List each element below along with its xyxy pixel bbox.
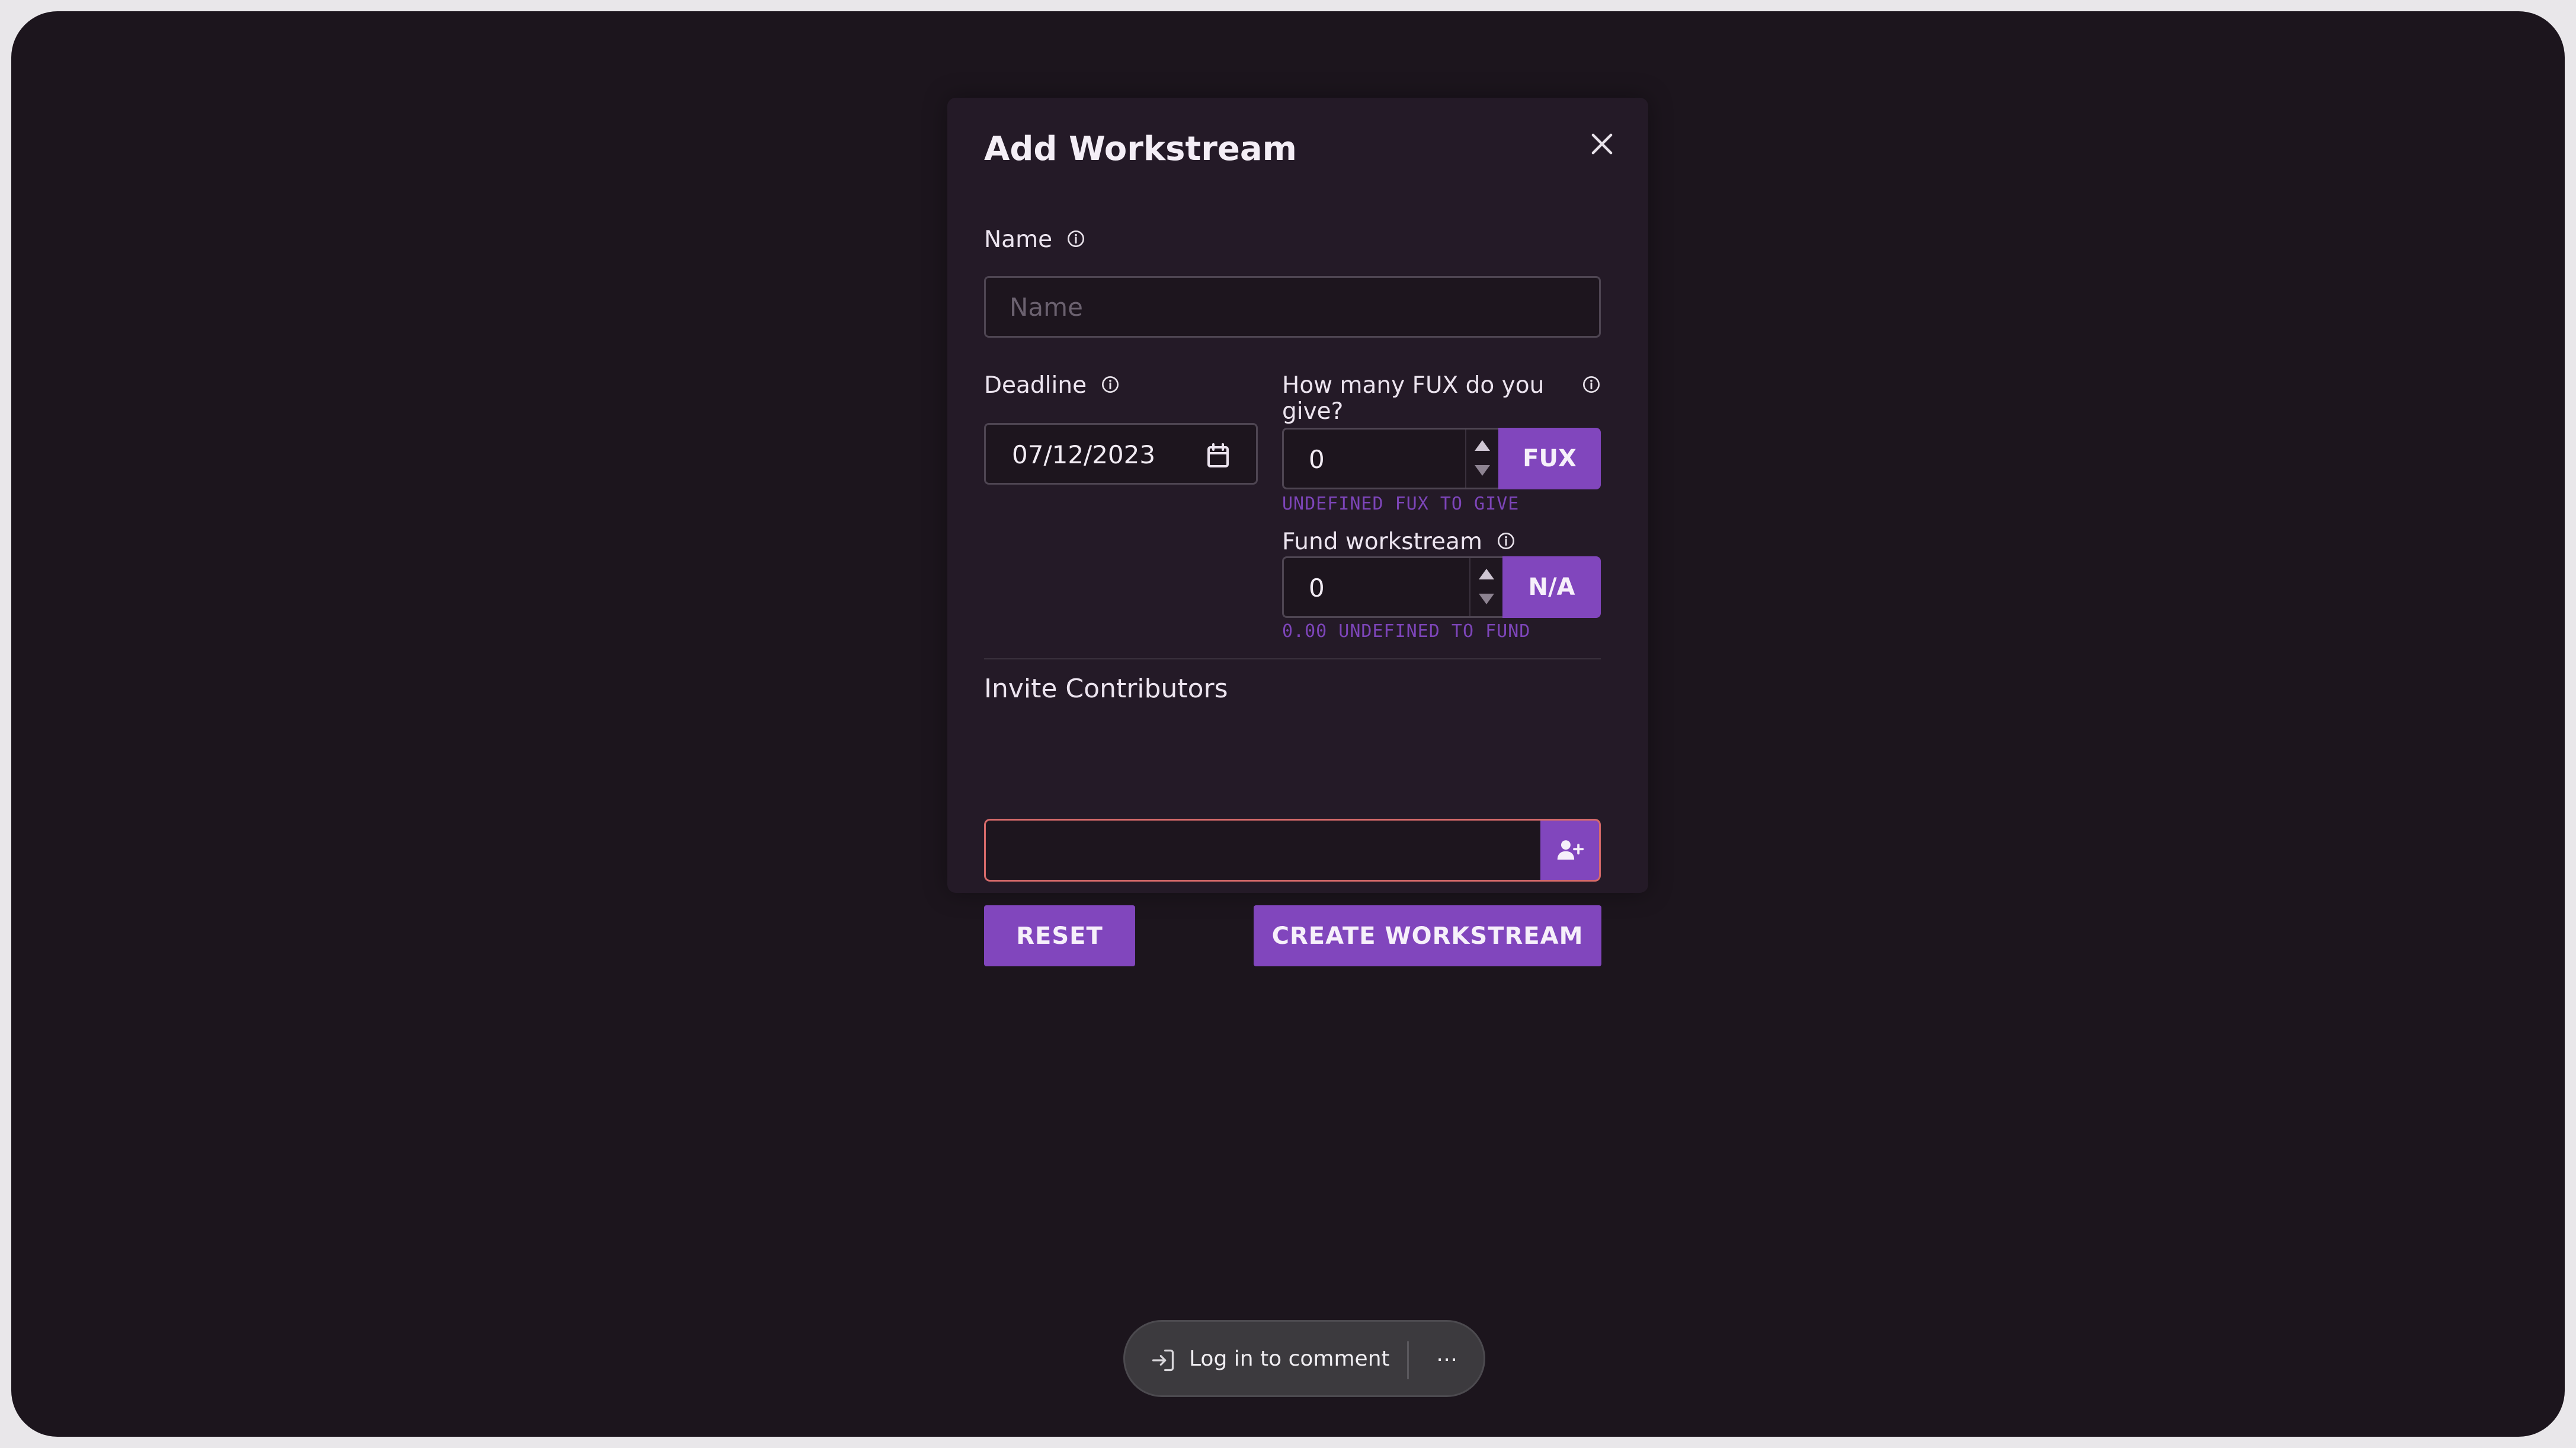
- info-icon[interactable]: [1582, 375, 1601, 394]
- add-contributor-button[interactable]: [1540, 819, 1601, 882]
- fux-hint: UNDEFINED FUX TO GIVE: [1282, 494, 1520, 514]
- login-icon[interactable]: [1150, 1347, 1176, 1373]
- comment-toolbar: Log in to comment ⋯: [1123, 1320, 1485, 1397]
- section-divider: [984, 658, 1601, 659]
- app-frame: Add Workstream Name Deadline 07/12/2023: [11, 11, 2565, 1437]
- fund-label-text: Fund workstream: [1282, 528, 1482, 555]
- create-workstream-button[interactable]: CREATE WORKSTREAM: [1254, 905, 1601, 966]
- invite-input-box: [984, 819, 1540, 882]
- reset-button[interactable]: RESET: [984, 905, 1135, 966]
- fux-label-line2: give?: [1282, 398, 1344, 425]
- name-input-box: [984, 276, 1601, 338]
- toolbar-divider: [1407, 1341, 1409, 1379]
- info-icon[interactable]: [1066, 229, 1085, 248]
- fund-unit-button[interactable]: N/A: [1502, 556, 1601, 618]
- deadline-date-input[interactable]: 07/12/2023: [984, 423, 1258, 485]
- more-icon[interactable]: ⋯: [1435, 1347, 1459, 1373]
- info-icon[interactable]: [1497, 531, 1516, 550]
- invite-contributor-input[interactable]: [986, 821, 1540, 880]
- fux-label-line1: How many FUX do you: [1282, 372, 1545, 399]
- fund-value: 0: [1309, 574, 1325, 603]
- name-label-text: Name: [984, 226, 1053, 253]
- fux-value: 0: [1309, 445, 1325, 474]
- fux-stepper[interactable]: [1465, 430, 1498, 488]
- fux-amount-input[interactable]: 0: [1282, 428, 1498, 489]
- invite-contributors-title: Invite Contributors: [984, 674, 1228, 704]
- decrement-arrow-icon[interactable]: [1479, 594, 1494, 604]
- fund-stepper[interactable]: [1469, 558, 1502, 616]
- deadline-label: Deadline: [984, 372, 1120, 399]
- calendar-icon[interactable]: [1206, 443, 1230, 469]
- fund-label: Fund workstream: [1282, 528, 1516, 556]
- name-input[interactable]: [986, 278, 1599, 336]
- close-icon[interactable]: [1587, 129, 1617, 159]
- login-to-comment-button[interactable]: Log in to comment: [1189, 1347, 1390, 1371]
- increment-arrow-icon[interactable]: [1475, 440, 1490, 451]
- fund-amount-input[interactable]: 0: [1282, 556, 1502, 618]
- decrement-arrow-icon[interactable]: [1475, 465, 1490, 476]
- increment-arrow-icon[interactable]: [1479, 569, 1494, 579]
- name-label: Name: [984, 226, 1085, 254]
- info-icon[interactable]: [1101, 375, 1120, 394]
- user-plus-icon: [1557, 840, 1584, 860]
- add-workstream-modal: Add Workstream Name Deadline 07/12/2023: [947, 98, 1648, 966]
- fund-hint: 0.00 UNDEFINED TO FUND: [1282, 621, 1531, 642]
- deadline-value: 07/12/2023: [1012, 440, 1156, 469]
- fux-unit-button[interactable]: FUX: [1498, 428, 1601, 489]
- modal-title: Add Workstream: [984, 130, 1297, 168]
- deadline-label-text: Deadline: [984, 372, 1087, 399]
- fux-label: How many FUX do you give?: [1282, 373, 1544, 425]
